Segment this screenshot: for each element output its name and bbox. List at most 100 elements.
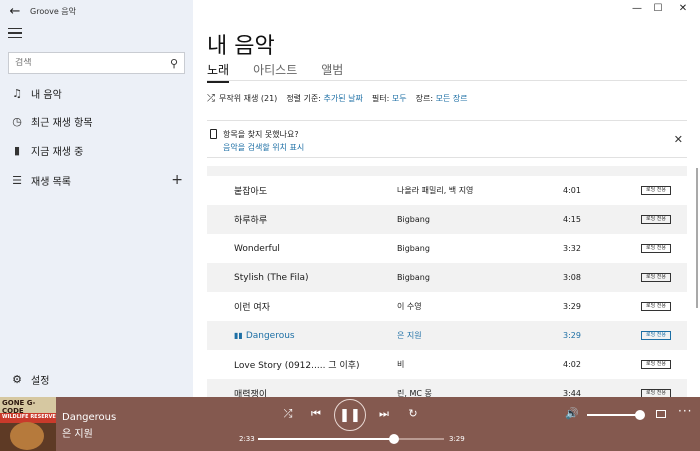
song-title-wrap: ▮▮ Dangerous: [234, 331, 295, 341]
song-artist[interactable]: Bigbang: [397, 273, 430, 282]
song-duration: 3:32: [563, 244, 581, 253]
album-art-text: GONE G-CODE: [2, 399, 36, 415]
bars-icon: ▮: [13, 143, 21, 157]
more-options-icon[interactable]: ···: [678, 404, 692, 418]
song-artist[interactable]: 이 수영: [397, 301, 422, 312]
song-title: Stylish (The Fila): [234, 272, 309, 283]
song-duration: 3:29: [563, 331, 581, 340]
volume-level: [587, 414, 640, 416]
minimize-icon[interactable]: —: [627, 3, 647, 19]
sidebar-item-label: 재생 목록: [31, 176, 71, 188]
hamburger-menu-icon[interactable]: [8, 28, 22, 40]
stream-badge: 로딩 전용: [641, 302, 671, 311]
list-spacer: [207, 166, 687, 176]
song-list: 붙잡아도 나올라 패밀리, 백 지영 4:01 로딩 전용 하루하루 Bigba…: [207, 166, 687, 397]
stream-badge: 로딩 전용: [641, 360, 671, 369]
song-artist[interactable]: 비: [397, 359, 404, 370]
stream-badge: 로딩 전용: [641, 389, 671, 397]
shuffle-icon[interactable]: ⤮: [280, 407, 296, 421]
add-playlist-icon[interactable]: +: [171, 172, 183, 188]
song-artist[interactable]: Bigbang: [397, 244, 430, 253]
previous-icon[interactable]: ⏮: [308, 407, 324, 421]
search-input[interactable]: [15, 58, 170, 68]
titlebar-right: — ☐ ✕: [193, 0, 700, 22]
seek-slider[interactable]: [258, 434, 444, 444]
page-title: 내 음악: [207, 34, 275, 59]
sidebar-item-settings[interactable]: ⚙ 설정: [0, 368, 193, 390]
filter-dropdown[interactable]: 모두: [392, 93, 407, 104]
song-duration: 3:29: [563, 302, 581, 311]
song-row-now-playing[interactable]: ▮▮ Dangerous 은 지원 3:29 로딩 전용: [207, 321, 687, 350]
album-art[interactable]: GONE G-CODE WILDLIFE RESERVE: [0, 397, 56, 451]
search-icon[interactable]: ⚲: [170, 57, 178, 70]
now-playing-title[interactable]: Dangerous: [62, 412, 116, 423]
song-duration: 3:44: [563, 389, 581, 397]
song-row[interactable]: 매력쟁이 린, MC 몽 3:44 로딩 전용: [207, 379, 687, 397]
volume-icon[interactable]: 🔊: [565, 407, 579, 420]
sidebar-item-my-music[interactable]: ♫ 내 음악: [0, 81, 193, 105]
back-arrow-icon[interactable]: ←: [0, 0, 30, 22]
time-elapsed: 2:33: [239, 435, 255, 443]
sidebar-item-label: 내 음악: [31, 89, 62, 101]
song-row[interactable]: 붙잡아도 나올라 패밀리, 백 지영 4:01 로딩 전용: [207, 176, 687, 205]
song-artist[interactable]: Bigbang: [397, 215, 430, 224]
song-row[interactable]: 하루하루 Bigbang 4:15 로딩 전용: [207, 205, 687, 234]
song-duration: 3:08: [563, 273, 581, 282]
titlebar-left: ← Groove 음악: [0, 0, 193, 22]
song-row[interactable]: 이런 여자 이 수영 3:29 로딩 전용: [207, 292, 687, 321]
scrollbar[interactable]: [696, 168, 698, 308]
pause-icon: ❚❚: [339, 407, 361, 423]
stream-badge: 로딩 전용: [641, 186, 671, 195]
song-artist[interactable]: 린, MC 몽: [397, 388, 432, 397]
stream-badge: 로딩 전용: [641, 215, 671, 224]
volume-thumb[interactable]: [635, 410, 645, 420]
time-total: 3:29: [449, 435, 465, 443]
search-box[interactable]: ⚲: [8, 52, 185, 74]
close-icon[interactable]: ✕: [674, 133, 683, 146]
shuffle-icon[interactable]: ⤮: [207, 93, 215, 104]
song-title: 붙잡아도: [234, 187, 268, 197]
song-duration: 4:01: [563, 186, 581, 195]
volume-slider[interactable]: [587, 410, 645, 420]
now-playing-icon: ▮▮: [234, 330, 243, 340]
settings-label: 설정: [31, 375, 50, 387]
seek-thumb[interactable]: [388, 434, 399, 444]
sort-label: 정렬 기준:: [286, 94, 321, 103]
sort-dropdown[interactable]: 추가된 날짜: [324, 93, 363, 104]
gear-icon: ⚙: [12, 372, 22, 386]
music-note-icon: ♫: [12, 86, 22, 100]
album-art-emblem: [10, 422, 44, 450]
sidebar-item-playlists[interactable]: ☰ 재생 목록 +: [0, 168, 193, 192]
album-art-subtext: WILDLIFE RESERVE: [2, 414, 56, 420]
maximize-icon[interactable]: ☐: [648, 3, 668, 19]
show-music-locations-link[interactable]: 음악을 검색할 위치 표시: [223, 142, 304, 153]
now-playing-artist[interactable]: 은 지원: [62, 425, 93, 440]
song-artist[interactable]: 은 지원: [397, 330, 422, 341]
shuffle-all-button[interactable]: 무작위 재생 (21): [219, 93, 277, 104]
repeat-icon[interactable]: ↻: [405, 407, 421, 420]
device-icon: [210, 129, 217, 139]
list-icon: ☰: [12, 173, 22, 187]
close-window-icon[interactable]: ✕: [673, 3, 693, 19]
next-icon[interactable]: ⏭: [376, 407, 392, 421]
song-title: 이런 여자: [234, 303, 270, 313]
filter-label: 필터:: [371, 94, 390, 103]
song-row[interactable]: Wonderful Bigbang 3:32 로딩 전용: [207, 234, 687, 263]
mini-player-icon[interactable]: [656, 410, 666, 418]
sidebar-item-recent[interactable]: ◷ 최근 재생 항목: [0, 109, 193, 133]
song-row[interactable]: Love Story (0912..... 그 이후) 비 4:02 로딩 전용: [207, 350, 687, 379]
stream-badge: 로딩 전용: [641, 244, 671, 253]
song-duration: 4:02: [563, 360, 581, 369]
app-title: Groove 음악: [30, 6, 77, 16]
sidebar-item-now-playing[interactable]: ▮ 지금 재생 중: [0, 138, 193, 162]
song-row[interactable]: Stylish (The Fila) Bigbang 3:08 로딩 전용: [207, 263, 687, 292]
stream-badge: 로딩 전용: [641, 331, 671, 340]
pause-button[interactable]: ❚❚: [334, 399, 366, 431]
stream-badge: 로딩 전용: [641, 273, 671, 282]
song-title: Dangerous: [245, 330, 295, 341]
song-title: 매력쟁이: [234, 390, 268, 397]
song-artist[interactable]: 나올라 패밀리, 백 지영: [397, 185, 473, 196]
genre-label: 장르:: [415, 94, 434, 103]
genre-dropdown[interactable]: 모든 장르: [436, 93, 468, 104]
filter-bar: ⤮ 무작위 재생 (21) 정렬 기준: 추가된 날짜 필터: 모두 장르: 모…: [207, 93, 477, 104]
